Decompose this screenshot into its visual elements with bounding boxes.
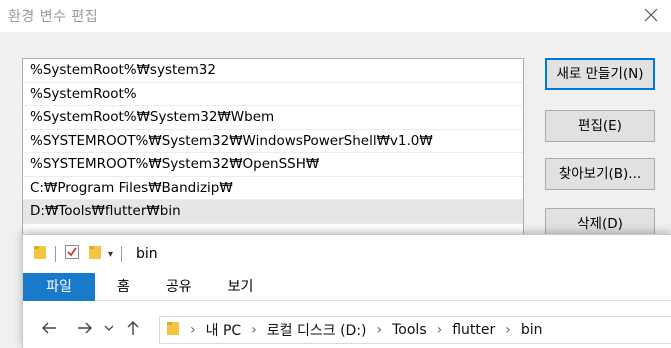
back-arrow-icon[interactable]: [35, 314, 63, 342]
breadcrumb-chevron-icon[interactable]: ›: [377, 322, 383, 338]
address-bar[interactable]: › 내 PC › 로컬 디스크 (D:) › Tools › flutter ›…: [159, 316, 671, 344]
path-item[interactable]: C:₩Program Files₩Bandizip₩: [23, 177, 523, 200]
edit-button[interactable]: 편집(E): [545, 110, 655, 142]
breadcrumb-chevron-icon[interactable]: ›: [437, 322, 443, 338]
forward-arrow-icon[interactable]: [71, 314, 99, 342]
breadcrumb-chevron-icon[interactable]: ›: [190, 322, 196, 338]
breadcrumb-item[interactable]: Tools: [392, 322, 427, 338]
breadcrumb-item[interactable]: 로컬 디스크 (D:): [267, 320, 367, 340]
window-title: bin: [136, 246, 158, 262]
toolbar-divider: [121, 246, 123, 262]
tab-view[interactable]: 보기: [210, 273, 272, 301]
up-arrow-icon[interactable]: [119, 314, 147, 342]
close-icon[interactable]: [641, 5, 661, 25]
path-item-selected[interactable]: D:₩Tools₩flutter₩bin: [23, 200, 523, 224]
breadcrumb-chevron-icon[interactable]: ›: [505, 322, 511, 338]
folder-icon: [33, 244, 47, 264]
folder-icon: [166, 320, 180, 340]
breadcrumb-item[interactable]: bin: [521, 322, 543, 338]
tab-file[interactable]: 파일: [23, 272, 95, 301]
properties-checkmark-icon[interactable]: [64, 244, 80, 264]
dialog-title-bar: 환경 변수 편집: [0, 0, 671, 32]
path-item[interactable]: %SYSTEMROOT%₩System32₩WindowsPowerShell₩…: [23, 130, 523, 153]
browse-button[interactable]: 찾아보기(B)...: [545, 158, 655, 190]
new-button[interactable]: 새로 만들기(N): [545, 58, 655, 90]
path-item[interactable]: %SystemRoot%: [23, 83, 523, 106]
tab-home[interactable]: 홈: [99, 273, 148, 301]
breadcrumb-item[interactable]: flutter: [452, 322, 495, 338]
dialog-title: 환경 변수 편집: [8, 9, 99, 25]
breadcrumb-item[interactable]: 내 PC: [206, 320, 242, 340]
new-folder-icon[interactable]: [88, 244, 102, 264]
path-item[interactable]: %SystemRoot%₩System32₩Wbem: [23, 106, 523, 130]
navigation-bar: › 내 PC › 로컬 디스크 (D:) › Tools › flutter ›…: [23, 307, 671, 348]
tab-share[interactable]: 공유: [148, 273, 210, 301]
quick-access-toolbar: ▾ bin: [23, 235, 671, 273]
ribbon-tabs: 파일 홈 공유 보기: [23, 272, 671, 301]
explorer-window: ▾ bin 파일 홈 공유 보기 › 내 PC › 로컬 디스크 (D:) › …: [22, 234, 671, 348]
recent-locations-chevron-icon[interactable]: [99, 314, 119, 342]
path-item[interactable]: %SYSTEMROOT%₩System32₩OpenSSH₩: [23, 153, 523, 177]
breadcrumb-chevron-icon[interactable]: ›: [251, 322, 257, 338]
customize-toolbar-dropdown-icon[interactable]: ▾: [108, 249, 113, 260]
path-list[interactable]: %SystemRoot%₩system32 %SystemRoot% %Syst…: [22, 58, 524, 258]
path-item[interactable]: %SystemRoot%₩system32: [23, 59, 523, 83]
toolbar-divider: [55, 246, 56, 262]
